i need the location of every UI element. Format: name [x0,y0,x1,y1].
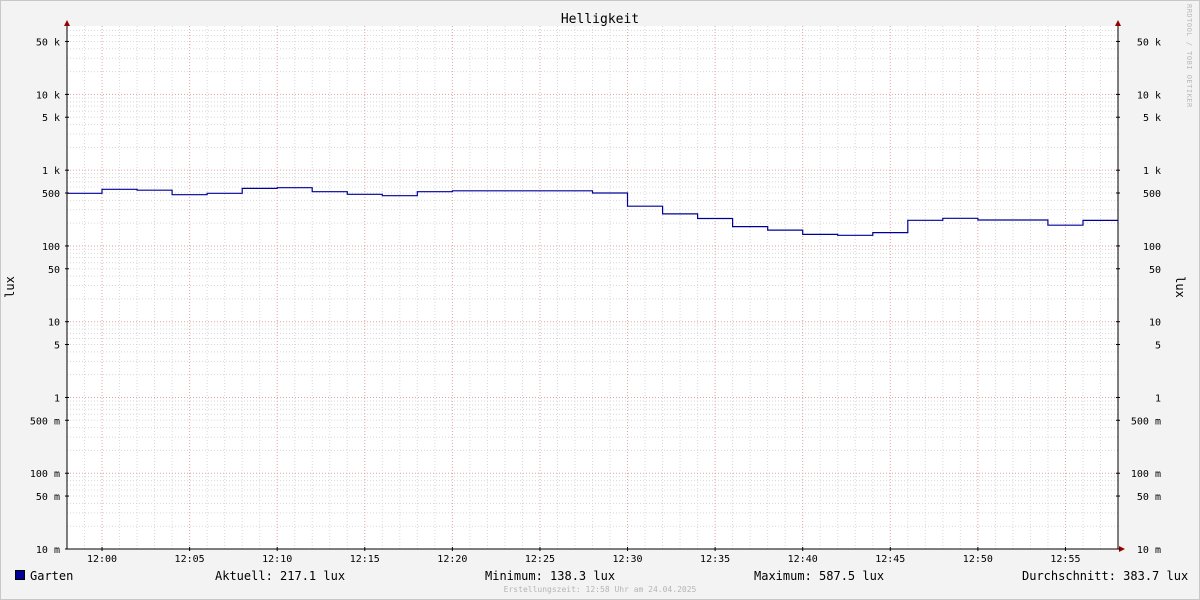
x-tick-label: 12:50 [963,554,993,565]
y-tick-label-right: 50 [1149,265,1161,276]
legend-series-name: Garten [30,569,74,583]
y-tick-label-right: 1 [1155,393,1161,404]
y-tick-label-left: 50 k [36,37,60,48]
x-tick-label: 12:25 [525,554,555,565]
y-tick-label-right: 10 m [1137,545,1161,556]
y-tick-label-right: 5 [1155,341,1161,352]
legend-maximum: Maximum: 587.5 lux [754,569,885,583]
y-tick-label-left: 100 [42,242,60,253]
y-tick-label-left: 10 m [36,545,60,556]
x-tick-label: 12:55 [1050,554,1080,565]
x-tick-label: 12:20 [437,554,467,565]
y-tick-label-right: 50 k [1137,37,1161,48]
y-tick-label-right: 50 m [1137,492,1161,503]
y-tick-label-right: 100 [1143,242,1161,253]
y-tick-label-right: 500 m [1131,416,1161,427]
y-tick-label-right: 5 k [1143,113,1161,124]
y-tick-label-left: 500 [42,189,60,200]
legend-minimum: Minimum: 138.3 lux [485,569,616,583]
y-tick-label-left: 500 m [30,416,60,427]
x-tick-label: 12:00 [87,554,117,565]
y-axis-label-right: lux [1173,276,1187,298]
y-tick-label-left: 50 m [36,492,60,503]
x-tick-label: 12:10 [262,554,292,565]
y-axis-label-left: lux [3,276,17,298]
y-tick-label-left: 5 k [42,113,60,124]
y-tick-label-left: 1 [54,393,60,404]
y-ticks-right: 50 k 10 k 5 k 1 k 500 100 50 10 5 1 500 m 100 m 50 m… [1116,37,1161,556]
y-tick-label-left: 10 k [36,90,60,101]
legend-average: Durchschnitt: 383.7 lux [1022,569,1189,583]
y-tick-label-right: 10 k [1137,90,1161,101]
watermark: RRDTOOL / TOBI OETIKER [1185,4,1193,108]
y-tick-label-right: 100 m [1131,469,1161,480]
left-axis-arrow-icon [64,20,70,26]
y-tick-label-left: 5 [54,341,60,352]
y-tick-label-left: 1 k [42,166,60,177]
legend-current: Aktuell: 217.1 lux [215,569,346,583]
x-tick-label: 12:05 [175,554,205,565]
x-tick-label: 12:15 [350,554,380,565]
y-tick-label-left: 10 [48,318,60,329]
creation-timestamp: Erstellungszeit: 12:58 Uhr am 24.04.2025 [503,585,697,594]
y-tick-label-right: 500 [1143,189,1161,200]
y-tick-label-left: 100 m [30,469,60,480]
right-axis-arrow-icon [1115,20,1121,26]
x-tick-label: 12:35 [700,554,730,565]
minor-grid [67,26,1118,549]
y-tick-label-right: 10 [1149,318,1161,329]
y-tick-label-left: 50 [48,265,60,276]
chart: 50 k 10 k 5 k 1 k 500 100 50 10 5 1 500 m 100 m 50 m… [3,4,1193,565]
x-tick-label: 12:45 [875,554,905,565]
y-tick-label-right: 1 k [1143,166,1161,177]
x-ticks: 12:00 12:05 12:10 12:15 12:20 12:25 12:30 12:35… [87,547,1081,565]
x-tick-label: 12:30 [612,554,642,565]
y-ticks-left: 50 k 10 k 5 k 1 k 500 100 50 10 5 1 500 m 100 m 50 m… [30,37,69,556]
legend-swatch [15,570,25,580]
legend: Garten Aktuell: 217.1 lux Minimum: 138.3… [0,569,1200,583]
x-tick-label: 12:40 [788,554,818,565]
chart-title: Helligkeit [561,12,639,27]
